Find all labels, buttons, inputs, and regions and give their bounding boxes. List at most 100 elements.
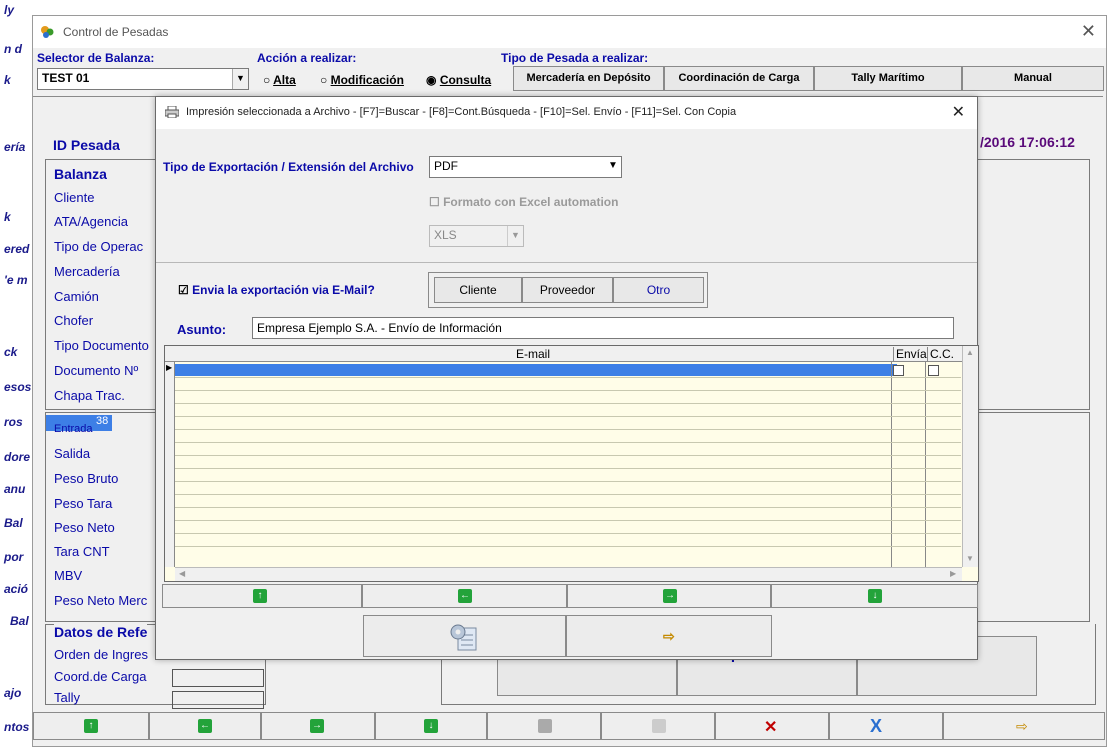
excel-format-select[interactable]: XLS ▼: [429, 225, 524, 247]
strip-text: k: [4, 210, 11, 224]
arrow-right-icon: →: [310, 719, 324, 733]
cancel-button[interactable]: ✕: [715, 712, 829, 740]
tipo-exportacion-select[interactable]: PDF ▼: [429, 156, 622, 178]
tipo-pesada-label: Tipo de Pesada a realizar:: [501, 51, 649, 65]
strip-text: ntos: [4, 720, 30, 734]
radio-alta-label: Alta: [273, 73, 296, 87]
horizontal-scrollbar[interactable]: ◀ ▶: [175, 567, 962, 581]
manual-button[interactable]: Manual: [962, 66, 1104, 91]
field-label: Tipo de Operac: [54, 239, 144, 254]
scroll-left-icon[interactable]: ◀: [179, 569, 185, 578]
background-app-strip: ly n d k ería k ered 'e m ck esos ros do…: [0, 0, 34, 747]
export-dialog: Impresión seleccionada a Archivo - [F7]=…: [155, 96, 979, 660]
disabled-button-2[interactable]: [601, 712, 715, 740]
col-cc-header: C.C.: [927, 347, 954, 361]
bottom-nav-bar: ↑ ← → ↓ ✕ X ⇨: [33, 712, 1105, 740]
chevron-down-icon[interactable]: ▼: [605, 157, 621, 177]
accion-label: Acción a realizar:: [257, 51, 357, 65]
window-title: Control de Pesadas: [63, 25, 169, 39]
email-grid[interactable]: E-mail Envía C.C. ▶ ▲ ▼ ◀ ▶: [164, 345, 979, 582]
email-checkbox[interactable]: ☑ Envia la exportación via E-Mail?: [178, 283, 375, 297]
close-icon[interactable]: ✕: [952, 102, 965, 122]
close-icon[interactable]: ✕: [1081, 21, 1096, 42]
strip-text: por: [4, 550, 24, 564]
otro-button[interactable]: Otro: [613, 277, 704, 303]
field-label: Tally: [54, 690, 81, 705]
strip-text: k: [4, 73, 11, 87]
field-label: Camión: [54, 289, 99, 304]
strip-text: ered: [4, 242, 30, 256]
tally-maritimo-button[interactable]: Tally Marítimo: [814, 66, 962, 91]
arrow-up-icon: ↑: [84, 719, 98, 733]
chevron-down-icon[interactable]: ▼: [232, 69, 248, 89]
field-label: Mercadería: [54, 264, 120, 279]
chevron-down-icon[interactable]: ▼: [507, 226, 523, 246]
field-label: Chapa Trac.: [54, 388, 125, 403]
field-label: Peso Neto Merc: [54, 593, 148, 608]
radio-modificacion[interactable]: ○ Modificación: [320, 73, 404, 87]
field-label: Documento Nº: [54, 363, 139, 378]
excel-automation-label: Formato con Excel automation: [443, 195, 619, 209]
strip-text: 'e m: [4, 273, 28, 287]
arrow-up-icon: ↑: [253, 589, 267, 603]
last-record-button[interactable]: ↓: [375, 712, 487, 740]
exit-button[interactable]: ⇨: [943, 712, 1105, 740]
coord-carga-field[interactable]: [172, 669, 264, 687]
field-label: Balanza: [54, 166, 107, 182]
strip-text: anu: [4, 482, 26, 496]
tipo-exportacion-label: Tipo de Exportación / Extensión del Arch…: [163, 160, 414, 174]
printer-icon: [165, 106, 179, 118]
scroll-down-icon[interactable]: ▼: [966, 554, 974, 563]
prev-record-button[interactable]: ←: [362, 584, 567, 608]
strip-text: ly: [4, 3, 15, 17]
tipo-exportacion-value: PDF: [434, 159, 458, 173]
envia-checkbox[interactable]: [893, 365, 904, 376]
prev-record-button[interactable]: ←: [149, 712, 261, 740]
cliente-button[interactable]: Cliente: [434, 277, 522, 303]
field-label: Peso Neto: [54, 520, 115, 535]
field-label: Peso Bruto: [54, 471, 119, 486]
vertical-scrollbar[interactable]: ▲ ▼: [962, 346, 978, 567]
next-record-button[interactable]: →: [261, 712, 375, 740]
tally-field[interactable]: [172, 691, 264, 709]
datos-title: Datos de Refe: [54, 624, 148, 640]
excel-automation-checkbox[interactable]: ☐ Formato con Excel automation: [429, 195, 618, 209]
mercaderia-deposito-button[interactable]: Mercadería en Depósito: [513, 66, 664, 91]
radio-consulta-label: Consulta: [439, 73, 492, 87]
next-record-button[interactable]: →: [567, 584, 771, 608]
selector-label: Selector de Balanza:: [37, 51, 155, 65]
radio-consulta[interactable]: ◉ Consulta: [426, 73, 491, 87]
arrow-down-icon: ↓: [868, 589, 882, 603]
process-button[interactable]: [363, 615, 566, 657]
last-record-button[interactable]: ↓: [771, 584, 978, 608]
row-indicator-column: ▶: [165, 362, 175, 567]
disabled-icon: [652, 719, 666, 733]
exit-button[interactable]: ⇨: [566, 615, 772, 657]
coordinacion-carga-button[interactable]: Coordinación de Carga: [664, 66, 814, 91]
strip-text: ajo: [4, 686, 22, 700]
field-label: Peso Tara: [54, 496, 113, 511]
title-bar: Control de Pesadas ✕: [33, 16, 1106, 48]
col-divider: [891, 362, 892, 567]
exit-door-icon: ⇨: [663, 628, 675, 644]
excel-format-value: XLS: [434, 228, 457, 242]
strip-text: n d: [4, 42, 22, 56]
strip-text: Bal: [10, 614, 29, 628]
excel-export-button[interactable]: X: [829, 712, 943, 740]
field-label: Tara CNT: [54, 544, 110, 559]
strip-text: ació: [4, 582, 29, 596]
row-pointer-icon: ▶: [166, 363, 173, 372]
table-row-selected[interactable]: [175, 364, 897, 376]
first-record-button[interactable]: ↑: [162, 584, 362, 608]
scroll-right-icon[interactable]: ▶: [950, 569, 956, 578]
proveedor-button[interactable]: Proveedor: [522, 277, 613, 303]
asunto-input[interactable]: Empresa Ejemplo S.A. - Envío de Informac…: [252, 317, 954, 339]
cc-checkbox[interactable]: [928, 365, 939, 376]
radio-alta[interactable]: ○ Alta: [263, 73, 296, 87]
selector-combo[interactable]: TEST 01 ▼: [37, 68, 249, 90]
disabled-button-1[interactable]: [487, 712, 601, 740]
strip-text: ería: [4, 140, 26, 154]
first-record-button[interactable]: ↑: [33, 712, 149, 740]
scroll-up-icon[interactable]: ▲: [966, 348, 974, 357]
exit-door-icon: ⇨: [1016, 718, 1028, 734]
